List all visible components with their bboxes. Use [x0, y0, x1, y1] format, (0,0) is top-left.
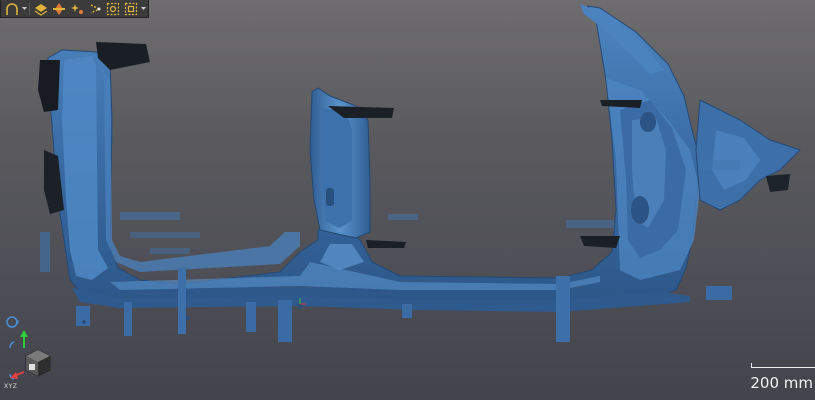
region-select-icon[interactable] — [105, 1, 121, 17]
axis-label: XYZ — [4, 383, 18, 390]
3d-viewport[interactable]: XYZ 200 mm — [0, 0, 815, 400]
chevron-down-icon[interactable] — [140, 1, 146, 17]
scale-bar — [751, 363, 815, 368]
sparkle-effects-icon[interactable] — [69, 1, 85, 17]
scanned-car-body-side-mesh[interactable] — [0, 0, 815, 400]
scale-indicator: 200 mm — [745, 363, 815, 392]
dotted-select-icon[interactable] — [87, 1, 103, 17]
selection-mode-icon[interactable] — [4, 1, 20, 17]
display-layers-icon[interactable] — [33, 1, 49, 17]
fit-view-icon[interactable] — [123, 1, 139, 17]
filter-icon[interactable] — [51, 1, 67, 17]
chevron-down-icon[interactable] — [21, 1, 27, 17]
view-toolbar — [0, 0, 149, 18]
scale-label: 200 mm — [750, 374, 813, 392]
view-orientation-cube[interactable]: XYZ — [2, 312, 60, 392]
rotate-arrows-icon[interactable] — [6, 316, 19, 380]
toolbar-separator — [29, 2, 30, 15]
